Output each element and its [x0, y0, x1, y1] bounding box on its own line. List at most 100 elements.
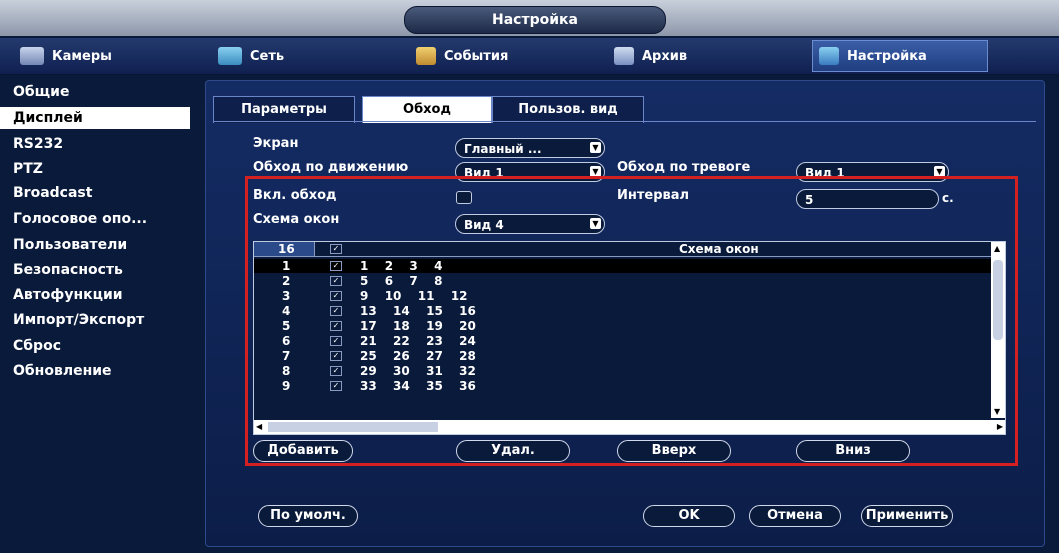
tab-custom-view[interactable]: Пользов. вид [492, 96, 644, 123]
row-cells: 5 6 7 8 [360, 274, 443, 288]
table-row[interactable]: 5 ✓ 17 18 19 20 [254, 319, 991, 333]
row-checkbox[interactable]: ✓ [330, 351, 342, 361]
row-checkbox[interactable]: ✓ [330, 321, 342, 331]
move-up-button[interactable]: Вверх [617, 440, 731, 462]
row-cells: 33 34 35 36 [360, 379, 476, 393]
interval-input[interactable]: 5 [796, 189, 939, 209]
delete-button[interactable]: Удал. [456, 440, 570, 462]
row-cells: 25 26 27 28 [360, 349, 476, 363]
scroll-down-icon[interactable]: ▼ [994, 407, 1000, 416]
row-number: 9 [282, 379, 291, 393]
screen-select-value: Главный ... [464, 142, 542, 156]
sidebar-item-update[interactable]: Обновление [0, 360, 190, 382]
vertical-scrollbar[interactable]: ▲ ▼ [991, 242, 1005, 418]
add-button[interactable]: Добавить [253, 440, 353, 462]
nav-tab-archive[interactable]: Архив [614, 40, 687, 72]
sidebar-item-voice[interactable]: Голосовое опо... [0, 208, 190, 230]
grid-header-checkbox[interactable]: ✓ [330, 244, 342, 254]
sidebar: Общие Дисплей RS232 PTZ Broadcast Голосо… [0, 78, 205, 553]
row-cells: 21 22 23 24 [360, 334, 476, 348]
row-number: 8 [282, 364, 291, 378]
table-row[interactable]: 2 ✓ 5 6 7 8 [254, 274, 991, 288]
grid-header: 16 ✓ Схема окон [254, 242, 991, 257]
sidebar-item-auto[interactable]: Автофункции [0, 284, 190, 306]
row-checkbox[interactable]: ✓ [330, 306, 342, 316]
row-cells: 13 14 15 16 [360, 304, 476, 318]
nav-tab-events[interactable]: События [416, 40, 508, 72]
scroll-left-icon[interactable]: ◀ [256, 422, 262, 431]
chevron-down-icon: ▼ [590, 218, 601, 229]
interval-unit: с. [942, 191, 954, 205]
row-cells: 17 18 19 20 [360, 319, 476, 333]
row-cells: 29 30 31 32 [360, 364, 476, 378]
table-row[interactable]: 7 ✓ 25 26 27 28 [254, 349, 991, 363]
layout-select[interactable]: Вид 4 ▼ [455, 214, 605, 234]
row-checkbox[interactable]: ✓ [330, 366, 342, 376]
tab-tour[interactable]: Обход [362, 96, 492, 123]
enable-tour-label: Вкл. обход [253, 188, 337, 203]
sidebar-item-security[interactable]: Безопасность [0, 259, 190, 281]
motion-tour-label: Обход по движению [253, 160, 409, 175]
sidebar-item-reset[interactable]: Сброс [0, 335, 190, 357]
table-row[interactable]: 8 ✓ 29 30 31 32 [254, 364, 991, 378]
row-cells: 1 2 3 4 [360, 259, 443, 273]
tab-underline [213, 121, 1036, 122]
network-icon [218, 47, 242, 65]
nav-tab-label: Камеры [52, 48, 112, 64]
sidebar-item-general[interactable]: Общие [0, 81, 190, 103]
events-icon [416, 47, 436, 65]
archive-icon [614, 47, 634, 65]
chevron-down-icon: ▼ [590, 142, 601, 153]
table-row[interactable]: 4 ✓ 13 14 15 16 [254, 304, 991, 318]
row-checkbox[interactable]: ✓ [330, 291, 342, 301]
apply-button[interactable]: Применить [861, 505, 953, 527]
camera-icon [20, 47, 44, 65]
sidebar-item-import-export[interactable]: Импорт/Экспорт [0, 309, 190, 331]
row-number: 1 [282, 259, 291, 273]
nav-tab-label: События [444, 48, 509, 64]
screen-label: Экран [253, 136, 299, 151]
table-row[interactable]: 6 ✓ 21 22 23 24 [254, 334, 991, 348]
table-row[interactable]: 1 ✓ 1 2 3 4 [254, 259, 991, 273]
vertical-scroll-thumb[interactable] [993, 260, 1003, 340]
row-checkbox[interactable]: ✓ [330, 381, 342, 391]
horizontal-scrollbar[interactable]: ◀ ▶ [254, 420, 1005, 434]
scroll-right-icon[interactable]: ▶ [997, 422, 1003, 431]
alarm-tour-label: Обход по тревоге [617, 160, 751, 175]
screen-select[interactable]: Главный ... ▼ [455, 138, 605, 158]
layout-grid: 16 ✓ Схема окон 1 ✓ 1 2 3 4 2 ✓ 5 6 7 8 … [253, 241, 1006, 435]
nav-tab-settings[interactable]: Настройка [812, 40, 988, 72]
sidebar-item-display[interactable]: Дисплей [0, 107, 190, 129]
default-button[interactable]: По умолч. [258, 505, 358, 527]
nav-tab-label: Настройка [847, 48, 927, 64]
nav-tab-label: Архив [642, 48, 688, 64]
horizontal-scroll-thumb[interactable] [268, 422, 438, 432]
row-cells: 9 10 11 12 [360, 289, 468, 303]
grid-header-title: Схема окон [679, 242, 759, 256]
sidebar-item-ptz[interactable]: PTZ [0, 158, 190, 180]
row-checkbox[interactable]: ✓ [330, 336, 342, 346]
table-row[interactable]: 3 ✓ 9 10 11 12 [254, 289, 991, 303]
sidebar-item-broadcast[interactable]: Broadcast [0, 182, 190, 204]
move-down-button[interactable]: Вниз [796, 440, 910, 462]
row-number: 2 [282, 274, 291, 288]
row-checkbox[interactable]: ✓ [330, 261, 342, 271]
nav-tab-network[interactable]: Сеть [218, 40, 284, 72]
row-number: 7 [282, 349, 291, 363]
nav-tab-cameras[interactable]: Камеры [20, 40, 112, 72]
layout-select-value: Вид 4 [464, 218, 504, 232]
sidebar-item-rs232[interactable]: RS232 [0, 133, 190, 155]
enable-tour-checkbox[interactable] [456, 191, 472, 204]
nav-tab-label: Сеть [250, 48, 285, 64]
row-checkbox[interactable]: ✓ [330, 276, 342, 286]
sidebar-item-users[interactable]: Пользователи [0, 234, 190, 256]
tab-parameters[interactable]: Параметры [213, 96, 355, 123]
row-number: 3 [282, 289, 291, 303]
layout-label: Схема окон [253, 212, 340, 227]
cancel-button[interactable]: Отмена [749, 505, 841, 527]
table-row[interactable]: 9 ✓ 33 34 35 36 [254, 379, 991, 393]
ok-button[interactable]: OK [643, 505, 735, 527]
title-bar: Настройка [0, 0, 1059, 36]
grid-header-count: 16 [278, 242, 295, 256]
scroll-up-icon[interactable]: ▲ [994, 244, 1000, 253]
